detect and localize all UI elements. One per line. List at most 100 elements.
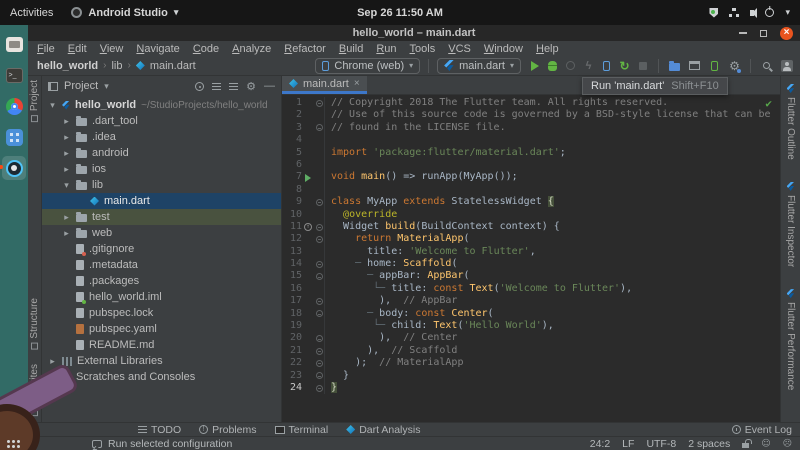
code-line[interactable]: 8: [282, 184, 780, 196]
inspection-ok-icon[interactable]: ✔: [765, 98, 772, 110]
code-line[interactable]: 15 ─ appBar: AppBar(: [282, 270, 780, 282]
frown-icon[interactable]: ☹: [783, 439, 792, 449]
tree-item-README.md[interactable]: README.md: [42, 337, 281, 353]
code-line[interactable]: 6: [282, 159, 780, 171]
hide-panel-icon[interactable]: —: [264, 80, 275, 92]
dock-item-chrome[interactable]: [2, 94, 26, 118]
fold-region[interactable]: [314, 348, 324, 355]
gutter-marker[interactable]: ↑: [302, 223, 314, 231]
code-line[interactable]: 21 ), // Scaffold: [282, 345, 780, 357]
menu-view[interactable]: View: [100, 43, 124, 55]
dock-item-android-studio[interactable]: [2, 156, 26, 180]
tree-item-pubspec.yaml[interactable]: pubspec.yaml: [42, 321, 281, 337]
menu-run[interactable]: Run: [376, 43, 396, 55]
window-titlebar[interactable]: hello_world – main.dart ×: [28, 25, 800, 41]
menu-navigate[interactable]: Navigate: [136, 43, 179, 55]
breadcrumb[interactable]: hello_world›lib›main.dart: [37, 60, 196, 72]
tree-item-pubspec.lock[interactable]: pubspec.lock: [42, 305, 281, 321]
device-manager-button[interactable]: [707, 58, 722, 73]
code-line[interactable]: 3// found in the LICENSE file.: [282, 122, 780, 134]
close-button[interactable]: ×: [780, 27, 793, 40]
dock-item-terminal[interactable]: >_: [2, 63, 26, 87]
fold-region[interactable]: [314, 236, 324, 243]
menu-analyze[interactable]: Analyze: [232, 43, 271, 55]
file-encoding[interactable]: UTF-8: [646, 438, 676, 450]
tool-button-flutter-performance[interactable]: Flutter Performance: [785, 289, 796, 390]
layout-inspector-button[interactable]: [687, 58, 702, 73]
fold-icon[interactable]: [316, 348, 323, 355]
fold-region[interactable]: [314, 273, 324, 280]
fold-icon[interactable]: [316, 224, 323, 231]
code-line[interactable]: 14 ─ home: Scaffold(: [282, 258, 780, 270]
override-icon[interactable]: ↑: [304, 223, 312, 231]
tree-item-hello_world[interactable]: ▾hello_world~/StudioProjects/hello_world: [42, 97, 281, 113]
code-line[interactable]: 2// Use of this source code is governed …: [282, 109, 780, 121]
tree-item-Scratches and Consoles[interactable]: Scratches and Consoles: [42, 369, 281, 385]
caret-position[interactable]: 24:2: [590, 438, 610, 450]
fold-region[interactable]: [314, 261, 324, 268]
tool-button-structure[interactable]: Structure: [29, 298, 40, 350]
code-line[interactable]: 13 title: 'Welcome to Flutter',: [282, 246, 780, 258]
fold-region[interactable]: [314, 310, 324, 317]
fold-icon[interactable]: [316, 236, 323, 243]
line-separator[interactable]: LF: [622, 438, 634, 450]
menu-vcs[interactable]: VCS: [448, 43, 471, 55]
fold-icon[interactable]: [316, 100, 323, 107]
code-line[interactable]: 18 ─ body: const Center(: [282, 308, 780, 320]
code-line[interactable]: 1// Copyright 2018 The Flutter team. All…: [282, 97, 780, 109]
tool-window-button-dart-analysis[interactable]: Dart Analysis: [346, 424, 420, 436]
code-line[interactable]: 19 └─ child: Text('Hello World'),: [282, 320, 780, 332]
code-line[interactable]: 11↑ Widget build(BuildContext context) {: [282, 221, 780, 233]
breadcrumb-hello_world[interactable]: hello_world: [37, 60, 98, 72]
collapse-all-icon[interactable]: [212, 83, 221, 90]
profile-button[interactable]: [563, 58, 578, 73]
fold-icon[interactable]: [316, 298, 323, 305]
tab-main-dart[interactable]: main.dart ×: [282, 76, 367, 94]
fold-icon[interactable]: [316, 360, 323, 367]
locate-file-icon[interactable]: [195, 82, 204, 91]
tree-item-.idea[interactable]: ▸.idea: [42, 129, 281, 145]
dock-item-software[interactable]: [2, 125, 26, 149]
code-line[interactable]: 16 └─ title: const Text('Welcome to Flut…: [282, 283, 780, 295]
tool-window-button-problems[interactable]: !Problems: [199, 424, 256, 436]
tree-item-hello_world.iml[interactable]: hello_world.iml: [42, 289, 281, 305]
tool-button-project[interactable]: Project: [29, 80, 40, 122]
tree-item-lib[interactable]: ▾lib: [42, 177, 281, 193]
menu-tools[interactable]: Tools: [410, 43, 436, 55]
fold-region[interactable]: [314, 298, 324, 305]
stop-button[interactable]: [635, 58, 650, 73]
menu-help[interactable]: Help: [536, 43, 559, 55]
tool-button-flutter-inspector[interactable]: Flutter Inspector: [785, 182, 796, 267]
run-config-dropdown[interactable]: main.dart ▾: [437, 58, 521, 74]
menu-refactor[interactable]: Refactor: [284, 43, 326, 55]
code-line[interactable]: 4: [282, 134, 780, 146]
fold-region[interactable]: [314, 335, 324, 342]
code-line[interactable]: 20 ), // Center: [282, 332, 780, 344]
maximize-button[interactable]: [760, 30, 767, 37]
tool-button-favorites[interactable]: Favorites: [29, 364, 40, 416]
close-tab-icon[interactable]: ×: [354, 78, 360, 89]
code-line[interactable]: 12 return MaterialApp(: [282, 233, 780, 245]
smile-icon[interactable]: ☺: [761, 439, 770, 449]
chevron-down-icon[interactable]: ▾: [104, 81, 109, 92]
minimize-button[interactable]: [739, 32, 747, 34]
code-line[interactable]: 24}: [282, 382, 780, 394]
breadcrumb-main.dart[interactable]: main.dart: [150, 60, 196, 72]
run-line-icon[interactable]: [305, 174, 311, 182]
code-line[interactable]: 22 ); // MaterialApp: [282, 357, 780, 369]
fold-region[interactable]: [314, 100, 324, 107]
tree-item-External Libraries[interactable]: ▸External Libraries: [42, 353, 281, 369]
attach-debugger-button[interactable]: [599, 58, 614, 73]
search-everywhere-button[interactable]: [759, 58, 774, 73]
fold-icon[interactable]: [316, 199, 323, 206]
tool-window-button-todo[interactable]: TODO: [138, 424, 181, 436]
menu-edit[interactable]: Edit: [68, 43, 87, 55]
tree-item-.metadata[interactable]: .metadata: [42, 257, 281, 273]
hot-restart-button[interactable]: ↻: [617, 58, 632, 73]
gear-icon[interactable]: ⚙: [246, 80, 256, 93]
activities-button[interactable]: Activities: [10, 7, 53, 19]
fold-region[interactable]: [314, 360, 324, 367]
tree-item-main.dart[interactable]: main.dart: [42, 193, 281, 209]
code-line[interactable]: 9class MyApp extends StatelessWidget {: [282, 196, 780, 208]
fold-region[interactable]: [314, 224, 324, 231]
